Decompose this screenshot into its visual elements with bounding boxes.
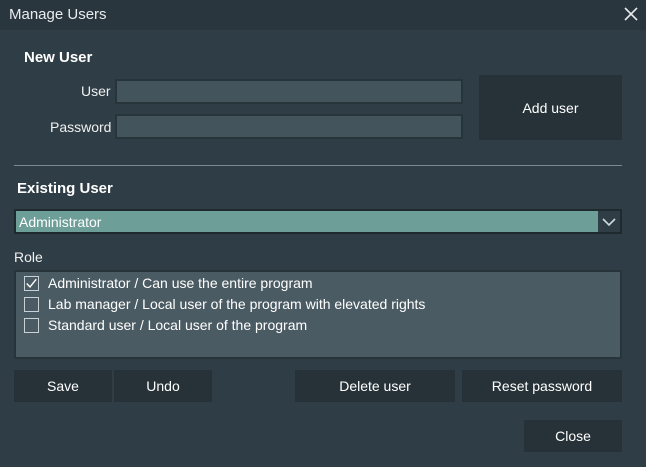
existing-user-selected-value: Administrator bbox=[19, 213, 102, 230]
role-item-label: Administrator / Can use the entire progr… bbox=[48, 275, 313, 291]
checkbox[interactable] bbox=[24, 275, 39, 291]
role-item-label: Lab manager / Local user of the program … bbox=[48, 296, 426, 312]
reset-password-button[interactable]: Reset password bbox=[462, 370, 622, 402]
chevron-down-icon[interactable] bbox=[598, 211, 620, 232]
save-button[interactable]: Save bbox=[14, 370, 112, 402]
existing-user-heading: Existing User bbox=[17, 180, 113, 197]
user-input[interactable] bbox=[115, 79, 463, 104]
delete-user-button[interactable]: Delete user bbox=[295, 370, 455, 402]
password-label: Password bbox=[50, 119, 112, 135]
user-label: User bbox=[81, 83, 111, 99]
checkbox[interactable] bbox=[24, 296, 39, 312]
existing-user-select[interactable]: Administrator bbox=[14, 209, 622, 234]
role-label: Role bbox=[14, 249, 43, 265]
new-user-heading: New User bbox=[24, 49, 93, 66]
add-user-button[interactable]: Add user bbox=[479, 75, 622, 140]
role-list: Administrator / Can use the entire progr… bbox=[14, 270, 622, 359]
window-title: Manage Users bbox=[9, 6, 107, 23]
role-item-standard-user[interactable]: Standard user / Local user of the progra… bbox=[24, 317, 307, 333]
role-item-label: Standard user / Local user of the progra… bbox=[48, 317, 308, 333]
close-window-icon[interactable] bbox=[620, 3, 642, 25]
role-item-lab-manager[interactable]: Lab manager / Local user of the program … bbox=[24, 296, 425, 312]
close-button[interactable]: Close bbox=[524, 420, 622, 452]
section-divider bbox=[14, 165, 622, 166]
checkmark-icon bbox=[26, 278, 37, 288]
role-item-administrator[interactable]: Administrator / Can use the entire progr… bbox=[24, 275, 313, 291]
password-input[interactable] bbox=[115, 114, 463, 139]
undo-button[interactable]: Undo bbox=[114, 370, 212, 402]
checkbox[interactable] bbox=[24, 317, 39, 333]
